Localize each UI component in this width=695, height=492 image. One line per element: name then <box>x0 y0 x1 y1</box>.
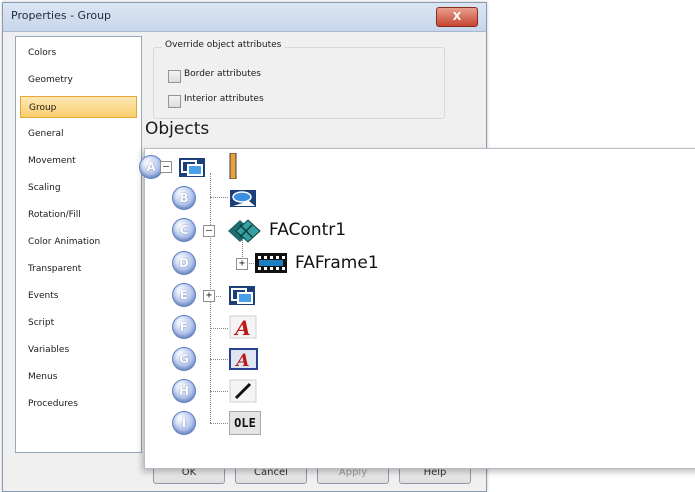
sidebar-item-geometry[interactable]: Geometry <box>20 69 137 91</box>
sidebar-item-transparent[interactable]: Transparent <box>20 258 137 280</box>
ole-icon[interactable]: OLE <box>229 411 261 435</box>
callout-badge: I <box>172 411 196 435</box>
sidebar-item-events[interactable]: Events <box>20 285 137 307</box>
tree-connector <box>210 197 228 198</box>
sidebar-item-procedures[interactable]: Procedures <box>20 393 137 415</box>
sidebar-item-movement[interactable]: Movement <box>20 150 137 172</box>
sidebar-item-colors[interactable]: Colors <box>20 42 137 64</box>
tree-connector <box>247 263 254 264</box>
override-attributes-group: Override object attributes Border attrib… <box>153 40 445 119</box>
objects-tree: A – B C – FAContr1 D + FAFrame1 E + F A … <box>139 148 695 469</box>
node-label-facontr1[interactable]: FAContr1 <box>269 220 346 240</box>
collapse-toggle[interactable]: – <box>160 161 172 173</box>
sidebar-item-group[interactable]: Group <box>20 96 137 118</box>
callout-badge: H <box>172 379 196 403</box>
tree-connector <box>210 423 228 424</box>
window-title: Properties - Group <box>11 9 112 22</box>
selection-cursor-icon <box>229 152 237 183</box>
collapse-toggle[interactable]: – <box>203 225 215 237</box>
text-icon[interactable]: A <box>229 315 257 343</box>
frame-icon[interactable] <box>254 252 288 278</box>
override-legend: Override object attributes <box>162 40 285 50</box>
category-list: Colors Geometry Group General Movement S… <box>15 36 142 453</box>
sidebar-item-general[interactable]: General <box>20 123 137 145</box>
callout-badge: B <box>172 186 196 210</box>
callout-badge: E <box>172 283 196 307</box>
svg-text:A: A <box>233 316 251 339</box>
text-box-icon[interactable]: A <box>229 347 259 375</box>
svg-text:A: A <box>234 351 249 371</box>
sidebar-item-menus[interactable]: Menus <box>20 366 137 388</box>
tree-connector <box>210 391 228 392</box>
sidebar-item-scaling[interactable]: Scaling <box>20 177 137 199</box>
sidebar-item-color-animation[interactable]: Color Animation <box>20 231 137 253</box>
expand-toggle[interactable]: + <box>203 290 215 302</box>
callout-badge: D <box>172 251 196 275</box>
expand-toggle[interactable]: + <box>236 258 248 270</box>
line-icon[interactable] <box>229 379 257 407</box>
border-attributes-label[interactable]: Border attributes <box>184 69 261 79</box>
close-button[interactable]: X <box>436 7 478 27</box>
activex-control-icon[interactable] <box>228 219 262 247</box>
sidebar-item-rotation-fill[interactable]: Rotation/Fill <box>20 204 137 226</box>
group-icon[interactable] <box>228 283 258 311</box>
objects-label: Objects <box>145 119 210 139</box>
node-label-faframe1[interactable]: FAFrame1 <box>295 253 379 273</box>
sidebar-item-script[interactable]: Script <box>20 312 137 334</box>
symbol-icon[interactable] <box>229 187 259 213</box>
tree-connector <box>210 359 228 360</box>
border-attributes-checkbox[interactable] <box>168 70 181 83</box>
title-bar: Properties - Group X <box>3 3 486 32</box>
interior-attributes-label[interactable]: Interior attributes <box>184 94 264 104</box>
sidebar-item-variables[interactable]: Variables <box>20 339 137 361</box>
callout-badge: F <box>172 315 196 339</box>
callout-badge: G <box>172 347 196 371</box>
ole-label: OLE <box>229 411 261 435</box>
tree-connector <box>210 328 228 329</box>
callout-badge: C <box>172 218 196 242</box>
group-icon[interactable] <box>178 155 208 183</box>
interior-attributes-checkbox[interactable] <box>168 95 181 108</box>
